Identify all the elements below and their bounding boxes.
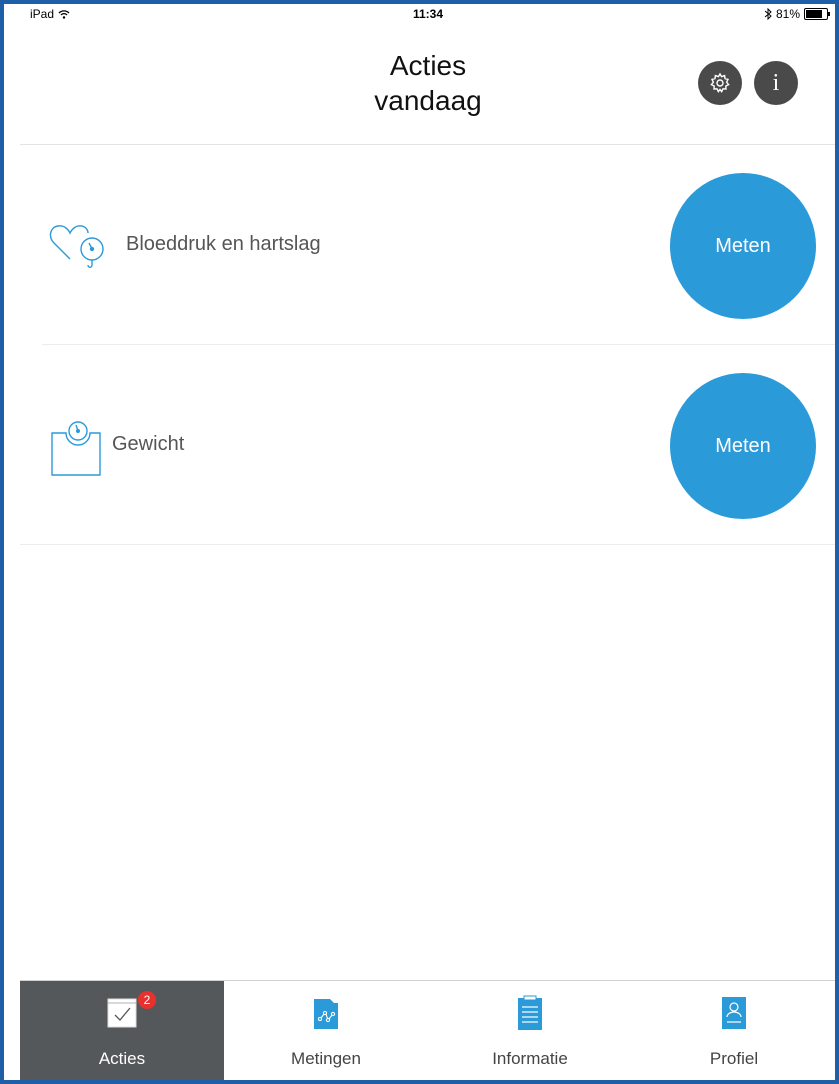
status-bar: iPad 11:34 81%	[20, 4, 835, 24]
tab-label: Acties	[98, 1049, 146, 1068]
chart-folder-icon	[314, 999, 338, 1029]
gear-icon	[710, 72, 730, 93]
action-label: Bloeddruk en hartslag	[126, 233, 321, 255]
status-time: 11:34	[412, 7, 444, 21]
page-title-line1: Acties	[389, 50, 467, 81]
header: Acties vandaag i	[20, 24, 835, 145]
tab-label: Metingen	[291, 1049, 361, 1068]
tab-metingen[interactable]: Metingen	[224, 981, 428, 1080]
battery-icon	[804, 8, 830, 20]
meten-button[interactable]: Meten	[670, 173, 816, 319]
tab-informatie[interactable]: Informatie	[428, 981, 632, 1080]
page-title: Acties vandaag	[278, 48, 578, 118]
settings-button[interactable]	[698, 61, 742, 105]
battery-percent: 81%	[775, 7, 800, 21]
tab-label: Informatie	[492, 1049, 568, 1068]
action-row-bloeddruk: Bloeddruk en hartslag Meten	[20, 145, 835, 345]
tab-bar: 2 Acties Metingen Informatie Profiel	[20, 980, 835, 1080]
status-right: 81%	[764, 7, 830, 21]
tab-acties[interactable]: 2 Acties	[20, 981, 224, 1080]
profile-icon	[722, 997, 746, 1029]
device-frame: iPad 11:34 81% Acties vandaag i Bloeddru…	[0, 0, 839, 1084]
page-title-line2: vandaag	[374, 85, 482, 116]
info-button[interactable]: i	[754, 61, 798, 105]
tab-label: Profiel	[709, 1049, 759, 1068]
info-icon: i	[772, 69, 780, 96]
action-row-gewicht: Gewicht Meten	[20, 345, 835, 545]
heart-gauge-icon	[49, 225, 104, 268]
row-divider	[20, 544, 835, 545]
notification-badge: 2	[138, 991, 156, 1009]
scale-icon	[51, 421, 101, 476]
bluetooth-icon	[764, 8, 772, 20]
action-label: Gewicht	[112, 433, 185, 455]
tab-profiel[interactable]: Profiel	[632, 981, 835, 1080]
checklist-icon	[107, 998, 137, 1028]
document-icon	[518, 995, 542, 1030]
meten-button[interactable]: Meten	[670, 373, 816, 519]
app-screen: iPad 11:34 81% Acties vandaag i Bloeddru…	[20, 4, 835, 1080]
